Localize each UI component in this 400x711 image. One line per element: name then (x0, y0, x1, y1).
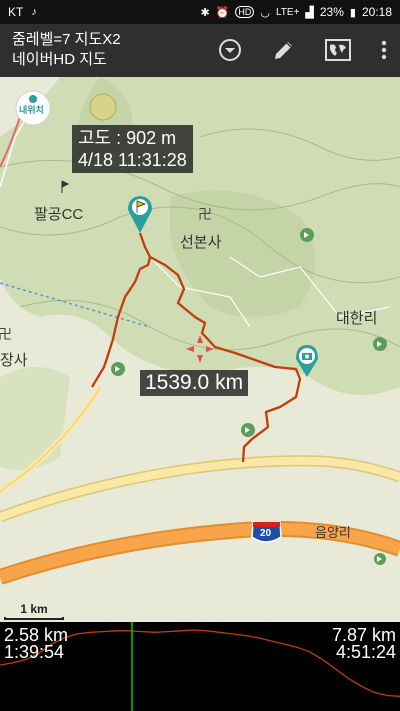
battery-icon: ▮ (349, 6, 356, 19)
overflow-menu-button[interactable] (376, 34, 392, 66)
zoom-level-title: 줌레벨=7 지도X2 (12, 31, 121, 48)
palgong-cc-label: 팔공CC (34, 206, 84, 223)
right-time: 4:51:24 (335, 642, 396, 662)
left-time: 1:39:54 (4, 642, 65, 662)
svg-text:卍: 卍 (198, 207, 212, 223)
daehanri-label: 대한리 (336, 310, 378, 327)
alarm-icon: ⏰ (215, 6, 230, 19)
battery-percent: 23% (319, 5, 344, 19)
point-info-box: 고도 : 902 m 4/18 11:31:28 (72, 125, 193, 173)
app-toolbar: 줌레벨=7 지도X2 네이버HD 지도 (0, 24, 400, 77)
jangsa-label: 장사 (0, 352, 28, 369)
carrier-label: KT (8, 5, 24, 19)
world-map-icon (325, 39, 351, 61)
hd-badge: HD (235, 6, 255, 18)
distance-readout: 1539.0 km (140, 370, 249, 396)
chevron-down-circle-icon (219, 39, 241, 61)
network-label: LTE+ (275, 6, 300, 18)
highway-number-label: 20 (260, 528, 272, 539)
scale-label: 1 km (20, 602, 48, 616)
more-vertical-icon (381, 40, 387, 60)
wifi-icon: ◡ (260, 6, 270, 19)
seonbonsa-label: 선본사 (180, 234, 222, 251)
eumyangri-label: 음양리 (315, 525, 351, 540)
map-layers-button[interactable] (322, 34, 354, 66)
dropdown-button[interactable] (214, 34, 246, 66)
toolbar-titles: 줌레벨=7 지도X2 네이버HD 지도 (12, 30, 121, 70)
bluetooth-icon: ✱ (200, 6, 210, 19)
timestamp-readout: 4/18 11:31:28 (78, 150, 187, 170)
pencil-icon (275, 42, 292, 59)
svg-text:卍: 卍 (0, 327, 12, 343)
edit-button[interactable] (268, 34, 300, 66)
scale-bar: 1 km (4, 602, 64, 620)
signal-icon: ▟ (305, 6, 314, 19)
elevation-panel[interactable]: 2.58 km 1:39:54 7.87 km 4:51:24 (0, 622, 400, 711)
map-view[interactable]: 卍 卍 내위치 팔공CC 선본사 대한리 장사 음양리 20 고도 : 902 … (0, 77, 400, 622)
clock: 20:18 (361, 5, 392, 19)
altitude-readout: 고도 : 902 m (78, 128, 177, 148)
music-note-icon: ♪ (31, 6, 37, 18)
toolbar-actions (214, 34, 392, 66)
status-bar: KT ♪ ✱ ⏰ HD ◡ LTE+ ▟ 23% ▮ 20:18 (0, 0, 400, 24)
scale-line (4, 617, 64, 620)
naewichi-label[interactable]: 내위치 (19, 103, 44, 116)
map-source-title: 네이버HD 지도 (12, 51, 107, 68)
